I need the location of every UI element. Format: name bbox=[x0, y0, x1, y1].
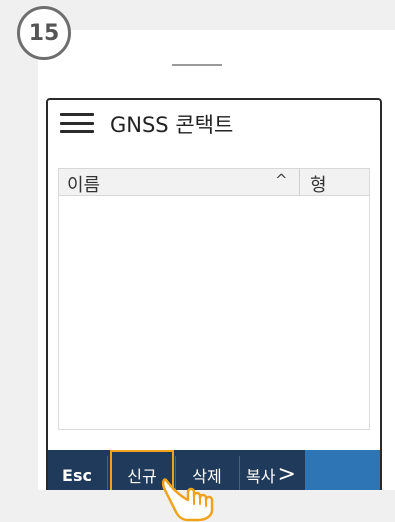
app-bar: GNSS 콘택트 bbox=[48, 100, 380, 146]
hamburger-menu-icon[interactable] bbox=[60, 113, 94, 133]
phone-speaker bbox=[172, 64, 222, 66]
step-number-badge: 15 bbox=[17, 6, 71, 60]
chevron-right-icon[interactable]: > bbox=[278, 464, 296, 486]
column-header-name[interactable]: 이름 bbox=[67, 171, 100, 197]
copy-button[interactable]: 복사 > bbox=[240, 450, 302, 490]
column-header-type[interactable]: 형 bbox=[310, 171, 327, 197]
app-screen: GNSS 콘택트 이름 ^ 형 Esc 신규 삭제 복사 > bbox=[46, 98, 382, 490]
sort-ascending-icon[interactable]: ^ bbox=[275, 171, 288, 189]
contacts-table-header: 이름 ^ 형 bbox=[58, 168, 370, 196]
copy-label: 복사 bbox=[246, 467, 276, 486]
more-options-button[interactable] bbox=[305, 450, 380, 490]
contacts-list[interactable] bbox=[58, 196, 370, 430]
toolbar-divider bbox=[107, 456, 108, 490]
esc-button[interactable]: Esc bbox=[48, 450, 106, 490]
pointing-hand-icon bbox=[161, 478, 214, 522]
phone-frame: GNSS 콘택트 이름 ^ 형 Esc 신규 삭제 복사 > bbox=[38, 30, 395, 490]
app-title: GNSS 콘택트 bbox=[110, 113, 234, 137]
column-divider[interactable] bbox=[299, 169, 300, 195]
